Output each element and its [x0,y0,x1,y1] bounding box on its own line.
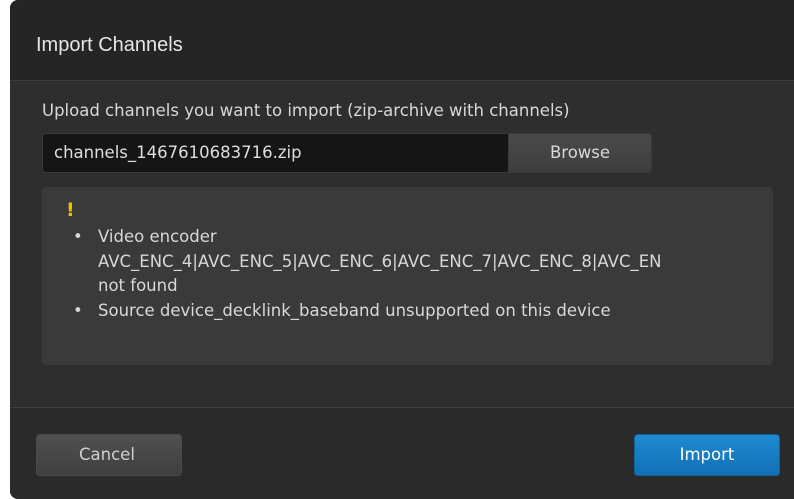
dialog-title: Import Channels [36,34,183,56]
warning-line: AVC_ENC_4|AVC_ENC_5|AVC_ENC_6|AVC_ENC_7|… [98,251,662,271]
file-path-input[interactable]: channels_1467610683716.zip [42,133,508,173]
warning-line: Source device_decklink_baseband unsuppor… [98,300,611,320]
warning-line: not found [98,276,178,295]
warning-panel: ! • Video encoder AVC_ENC_4|AVC_ENC_5|AV… [42,187,773,365]
upload-instructions: Upload channels you want to import (zip-… [42,101,570,120]
cancel-button[interactable]: Cancel [36,434,182,476]
dialog-body: Upload channels you want to import (zip-… [10,81,794,406]
warning-item-encoder: • Video encoder AVC_ENC_4|AVC_ENC_5|AVC_… [42,225,662,299]
warning-list: • Video encoder AVC_ENC_4|AVC_ENC_5|AVC_… [42,225,662,323]
dialog-header: Import Channels [10,0,794,81]
bullet-icon: • [73,300,83,320]
import-channels-dialog: Import Channels Upload channels you want… [10,0,794,499]
dialog-footer: Cancel Import [10,407,794,499]
bullet-icon: • [73,227,83,246]
browse-button[interactable]: Browse [508,133,652,173]
import-button[interactable]: Import [634,434,780,476]
exclamation-icon: ! [66,199,75,221]
warning-line: Video encoder [98,227,217,246]
warning-item-source: • Source device_decklink_baseband unsupp… [42,299,662,324]
